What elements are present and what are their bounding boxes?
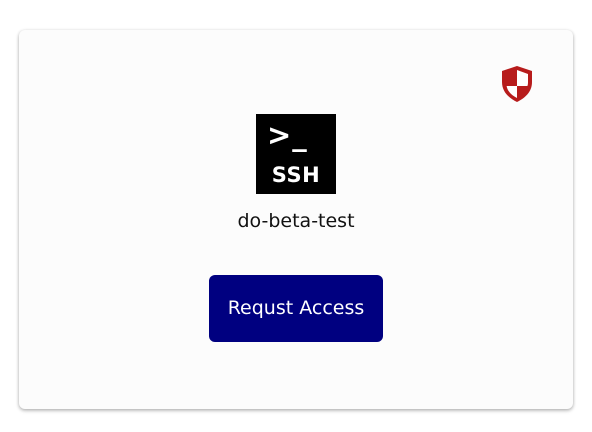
ssh-terminal-icon: >_ SSH — [256, 114, 336, 194]
ssh-prompt-glyph: >_ — [267, 118, 308, 152]
ssh-logo-label: SSH — [271, 163, 321, 187]
resource-card: >_ SSH do-beta-test Requst Access — [19, 30, 573, 409]
shield-icon — [502, 66, 532, 102]
resource-name: do-beta-test — [237, 210, 355, 232]
request-access-button[interactable]: Requst Access — [209, 275, 383, 342]
